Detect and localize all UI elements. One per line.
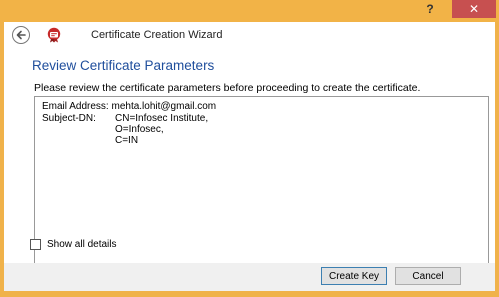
help-button[interactable]: ? (416, 0, 444, 18)
subject-line: C=IN (115, 135, 139, 146)
subject-label: Subject-DN: (42, 113, 96, 124)
back-arrow-icon (16, 30, 26, 40)
button-bar: Create Key Cancel (4, 263, 495, 291)
instructions-text: Please review the certificate parameters… (34, 82, 421, 94)
show-all-details-label: Show all details (47, 239, 117, 250)
parameters-box[interactable]: Email Address: mehta.lohit@gmail.com Sub… (34, 96, 489, 280)
title-bar: ? ✕ (0, 0, 499, 22)
email-value: mehta.lohit@gmail.com (111, 101, 217, 112)
content-area: Review Certificate Parameters Please rev… (4, 48, 495, 280)
email-label: Email Address: (42, 101, 109, 112)
wizard-header: Certificate Creation Wizard (4, 22, 495, 48)
window-bottom-border (0, 291, 499, 297)
close-button[interactable]: ✕ (452, 0, 496, 18)
subject-row: Subject-DN: (42, 113, 96, 124)
subject-line: O=Infosec, (115, 124, 164, 135)
create-key-button[interactable]: Create Key (321, 267, 387, 285)
cancel-button[interactable]: Cancel (395, 267, 461, 285)
show-all-details-checkbox[interactable] (30, 239, 41, 250)
wizard-window: ? ✕ Certificate Creation Wizard Review C… (0, 0, 499, 297)
email-row: Email Address: mehta.lohit@gmail.com (42, 101, 216, 112)
back-button[interactable] (12, 26, 30, 44)
page-title: Review Certificate Parameters (32, 58, 215, 73)
show-all-details-option[interactable]: Show all details (30, 239, 116, 250)
wizard-title: Certificate Creation Wizard (91, 29, 223, 41)
certificate-app-icon (46, 27, 62, 43)
subject-line: CN=Infosec Institute, (115, 113, 209, 124)
